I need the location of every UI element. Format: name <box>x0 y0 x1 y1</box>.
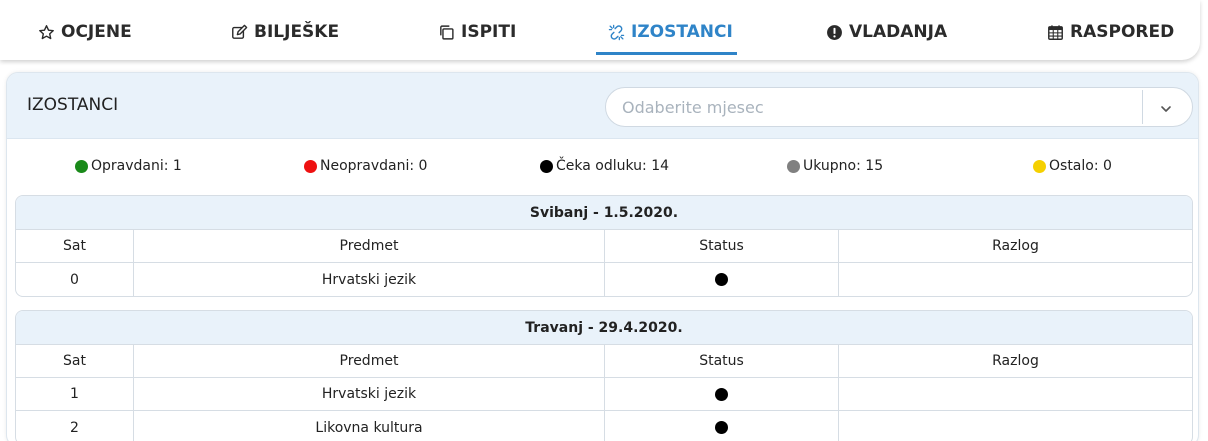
edit-icon <box>230 23 248 41</box>
table-header-row: Sat Predmet Status Razlog <box>16 345 1192 378</box>
legend-label: Ukupno: 15 <box>803 158 884 174</box>
tab-label: BILJEŠKE <box>254 22 340 42</box>
star-outline-icon <box>37 23 55 41</box>
tab-label: VLADANJA <box>849 22 948 42</box>
grey-dot-icon <box>787 159 800 173</box>
table-row: 1 Hrvatski jezik <box>16 378 1192 411</box>
table-row: 0 Hrvatski jezik <box>16 263 1192 296</box>
tab-biljeske[interactable]: BILJEŠKE <box>230 20 339 44</box>
cell-sat: 1 <box>16 378 134 410</box>
legend-total: Ukupno: 15 <box>787 158 883 174</box>
month-select-placeholder: Odaberite mjesec <box>622 98 764 117</box>
table-row: 2 Likovna kultura <box>16 411 1192 441</box>
column-header-sat: Sat <box>16 345 134 377</box>
copy-icon <box>437 23 455 41</box>
tab-vladanja[interactable]: VLADANJA <box>825 20 947 44</box>
status-pending-icon <box>715 421 728 434</box>
cell-predmet: Hrvatski jezik <box>134 378 605 410</box>
legend-label: Neopravdani: 0 <box>320 158 428 174</box>
tab-label: RASPORED <box>1070 22 1175 42</box>
column-header-razlog: Razlog <box>992 238 1039 254</box>
day-heading: Travanj - 29.4.2020. <box>16 311 1192 345</box>
active-tab-indicator <box>596 52 737 55</box>
month-select-divider <box>1142 90 1143 124</box>
exclamation-circle-icon <box>825 23 843 41</box>
tab-label: IZOSTANCI <box>631 22 733 42</box>
tab-label: OCJENE <box>61 22 132 42</box>
card-header: IZOSTANCI Odaberite mjesec <box>7 73 1198 139</box>
cell-predmet: Hrvatski jezik <box>134 263 605 296</box>
column-header-predmet: Predmet <box>134 345 605 377</box>
cell-status <box>605 411 839 441</box>
absence-day-table: Svibanj - 1.5.2020. Sat Predmet Status R… <box>15 195 1193 297</box>
cell-predmet: Likovna kultura <box>134 411 605 441</box>
cell-razlog <box>839 411 1192 441</box>
legend-label: Ostalo: 0 <box>1049 158 1112 174</box>
legend-other: Ostalo: 0 <box>1033 158 1112 174</box>
yellow-dot-icon <box>1033 159 1046 173</box>
cell-sat: 2 <box>16 411 134 441</box>
chevron-down-icon[interactable] <box>1158 101 1174 115</box>
column-header-razlog: Razlog <box>992 353 1039 369</box>
legend-label: Opravdani: 1 <box>91 158 182 174</box>
legend-label: Čeka odluku: 14 <box>556 158 670 174</box>
cell-status <box>605 378 839 410</box>
cell-razlog <box>839 263 1192 296</box>
tab-raspored[interactable]: RASPORED <box>1046 20 1174 44</box>
month-select[interactable]: Odaberite mjesec <box>605 87 1193 127</box>
legend-unjustified: Neopravdani: 0 <box>304 158 427 174</box>
tab-ispiti[interactable]: ISPITI <box>437 20 516 44</box>
table-header-row: Sat Predmet Status Razlog <box>16 230 1192 263</box>
green-dot-icon <box>75 159 88 173</box>
absence-day-table: Travanj - 29.4.2020. Sat Predmet Status … <box>15 310 1193 441</box>
tab-bar: OCJENE BILJEŠKE ISPITI IZOSTANCI VLADANJ… <box>0 0 1200 60</box>
red-dot-icon <box>304 159 317 173</box>
column-header-predmet: Predmet <box>134 230 605 262</box>
column-header-status: Status <box>605 230 839 262</box>
column-header-status: Status <box>605 345 839 377</box>
calendar-icon <box>1046 23 1064 41</box>
tab-izostanci[interactable]: IZOSTANCI <box>607 20 733 44</box>
card-title: IZOSTANCI <box>27 95 119 115</box>
tab-label: ISPITI <box>461 22 517 42</box>
day-heading: Svibanj - 1.5.2020. <box>16 196 1192 230</box>
status-pending-icon <box>715 273 728 286</box>
status-pending-icon <box>715 387 728 401</box>
chain-break-icon <box>607 23 625 41</box>
tab-ocjene[interactable]: OCJENE <box>37 20 132 44</box>
cell-sat: 0 <box>16 263 134 296</box>
cell-razlog <box>839 378 1192 410</box>
legend-justified: Opravdani: 1 <box>75 158 182 174</box>
column-header-sat: Sat <box>16 230 134 262</box>
black-dot-icon <box>540 159 553 173</box>
legend-pending: Čeka odluku: 14 <box>540 158 669 174</box>
cell-status <box>605 263 839 296</box>
